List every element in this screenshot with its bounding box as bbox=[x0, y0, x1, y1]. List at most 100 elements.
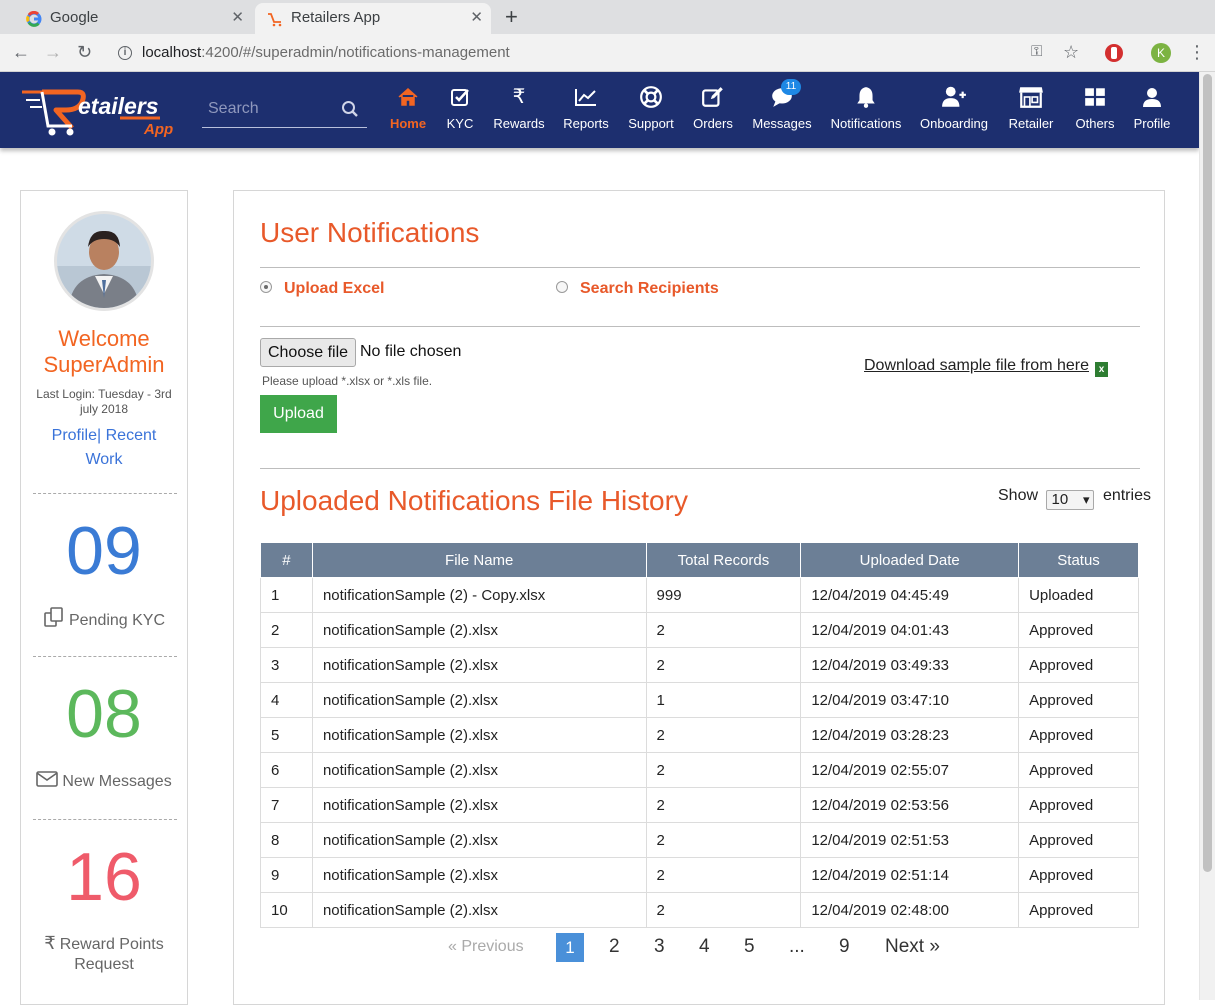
envelope-icon bbox=[36, 771, 59, 787]
page-button-5[interactable]: 5 bbox=[744, 933, 755, 961]
table-row[interactable]: 5 notificationSample (2).xlsx 2 12/04/2019 … bbox=[260, 717, 1139, 753]
total-records-cell: 2 bbox=[645, 752, 802, 788]
upload-button[interactable]: Upload bbox=[260, 395, 337, 433]
table-row[interactable]: 4 notificationSample (2).xlsx 1 12/04/2019 … bbox=[260, 682, 1139, 718]
forward-arrow-icon[interactable]: → bbox=[44, 42, 62, 62]
page-button-9[interactable]: 9 bbox=[839, 933, 850, 961]
row-index-cell: 5 bbox=[260, 717, 313, 753]
file-name-cell: notificationSample (2) - Copy.xlsx bbox=[311, 577, 647, 613]
pending-kyc-label[interactable]: Pending KYC bbox=[21, 607, 187, 631]
radio-search-recipients[interactable]: Search Recipients bbox=[556, 280, 719, 298]
browser-tab-retailers[interactable]: Retailers App ✕ bbox=[255, 3, 491, 34]
column-header-index[interactable]: # bbox=[260, 542, 313, 578]
check-square-icon bbox=[451, 89, 469, 106]
copy-icon bbox=[44, 607, 63, 627]
close-icon[interactable]: ✕ bbox=[470, 3, 483, 33]
uploaded-date-cell: 12/04/2019 02:53:56 bbox=[800, 787, 1020, 823]
nav-item-support[interactable]: Support bbox=[627, 84, 675, 140]
download-sample-link[interactable]: Download sample file from here x bbox=[864, 357, 1108, 377]
retailers-app-logo[interactable]: etailers App bbox=[20, 80, 180, 140]
column-header-uploaded-date[interactable]: Uploaded Date bbox=[800, 542, 1020, 578]
close-icon[interactable]: ✕ bbox=[231, 3, 244, 33]
table-row[interactable]: 2 notificationSample (2).xlsx 2 12/04/2019 … bbox=[260, 612, 1139, 648]
table-row[interactable]: 8 notificationSample (2).xlsx 2 12/04/2019 … bbox=[260, 822, 1139, 858]
file-hint-text: Please upload *.xlsx or *.xls file. bbox=[262, 374, 433, 388]
show-entries-control: Show 10 entries bbox=[998, 487, 1151, 510]
menu-dots-icon[interactable]: ⋮ bbox=[1188, 42, 1206, 62]
key-icon[interactable]: ⚿ bbox=[1031, 42, 1042, 62]
page-button-2[interactable]: 2 bbox=[609, 933, 620, 961]
row-index-cell: 4 bbox=[260, 682, 313, 718]
adblock-extension-icon[interactable] bbox=[1105, 44, 1123, 62]
file-name-cell: notificationSample (2).xlsx bbox=[311, 892, 647, 928]
radio-checked-icon[interactable] bbox=[260, 281, 272, 293]
next-page-button[interactable]: Next » bbox=[885, 933, 940, 961]
svg-text:App: App bbox=[143, 121, 173, 138]
radio-upload-excel[interactable]: Upload Excel bbox=[260, 280, 384, 298]
page-button-1[interactable]: 1 bbox=[556, 933, 584, 962]
uploaded-date-cell: 12/04/2019 04:01:43 bbox=[800, 612, 1020, 648]
file-name-cell: notificationSample (2).xlsx bbox=[311, 752, 647, 788]
nav-item-others[interactable]: Others bbox=[1073, 84, 1117, 140]
divider bbox=[33, 493, 177, 494]
status-cell: Approved bbox=[1018, 892, 1139, 928]
browser-tab-google[interactable]: Google ✕ bbox=[14, 3, 252, 34]
nav-item-onboarding[interactable]: Onboarding bbox=[919, 84, 989, 140]
table-row[interactable]: 9 notificationSample (2).xlsx 2 12/04/2019 … bbox=[260, 857, 1139, 893]
page-ellipsis: ... bbox=[789, 936, 805, 957]
total-records-cell: 2 bbox=[645, 612, 802, 648]
nav-item-home[interactable]: Home bbox=[387, 84, 429, 140]
nav-item-retailer[interactable]: Retailer bbox=[1007, 84, 1055, 140]
app-navbar: etailers App Home KYC ₹ Rewards Reports … bbox=[0, 72, 1199, 148]
avatar bbox=[54, 211, 154, 311]
nav-item-orders[interactable]: Orders bbox=[692, 84, 734, 140]
new-tab-icon[interactable]: + bbox=[505, 3, 518, 31]
browser-toolbar: ← → ↻ i localhost:4200/#/superadmin/noti… bbox=[0, 34, 1215, 72]
uploaded-date-cell: 12/04/2019 02:55:07 bbox=[800, 752, 1020, 788]
nav-item-notifications[interactable]: Notifications bbox=[829, 84, 903, 140]
table-row[interactable]: 3 notificationSample (2).xlsx 2 12/04/2019 … bbox=[260, 647, 1139, 683]
table-row[interactable]: 1 notificationSample (2) - Copy.xlsx 999 12… bbox=[260, 577, 1139, 613]
address-bar[interactable]: i localhost:4200/#/superadmin/notificati… bbox=[110, 38, 1110, 68]
choose-file-button[interactable]: Choose file bbox=[260, 338, 356, 367]
file-name-cell: notificationSample (2).xlsx bbox=[311, 612, 647, 648]
nav-item-rewards[interactable]: ₹ Rewards bbox=[492, 84, 546, 140]
reward-points-label[interactable]: ₹ Reward Points Request bbox=[21, 933, 187, 975]
page-size-select[interactable]: 10 bbox=[1046, 490, 1095, 510]
info-icon[interactable]: i bbox=[118, 46, 132, 60]
search-icon[interactable] bbox=[341, 100, 359, 118]
new-messages-label[interactable]: New Messages bbox=[21, 770, 187, 792]
profile-link[interactable]: Profile| bbox=[52, 427, 102, 444]
page-scrollbar[interactable] bbox=[1199, 72, 1215, 1000]
nav-item-reports[interactable]: Reports bbox=[562, 84, 610, 140]
table-row[interactable]: 7 notificationSample (2).xlsx 2 12/04/2019 … bbox=[260, 787, 1139, 823]
previous-page-button[interactable]: « Previous bbox=[448, 933, 524, 961]
table-header-row: # File Name Total Records Uploaded Date … bbox=[260, 542, 1139, 578]
scrollbar-thumb[interactable] bbox=[1203, 74, 1212, 872]
nav-item-kyc[interactable]: KYC bbox=[444, 84, 476, 140]
column-header-file-name[interactable]: File Name bbox=[311, 542, 647, 578]
uploaded-date-cell: 12/04/2019 04:45:49 bbox=[800, 577, 1020, 613]
excel-file-icon: x bbox=[1095, 362, 1108, 377]
nav-item-messages[interactable]: 11 Messages bbox=[751, 79, 813, 140]
divider bbox=[260, 468, 1140, 469]
uploaded-date-cell: 12/04/2019 03:49:33 bbox=[800, 647, 1020, 683]
column-header-status[interactable]: Status bbox=[1018, 542, 1139, 578]
column-header-total-records[interactable]: Total Records bbox=[645, 542, 802, 578]
search-input[interactable] bbox=[208, 96, 338, 122]
back-arrow-icon[interactable]: ← bbox=[12, 42, 30, 62]
new-messages-count: 08 bbox=[66, 676, 142, 752]
nav-item-profile[interactable]: Profile bbox=[1131, 84, 1173, 140]
radio-unchecked-icon[interactable] bbox=[556, 281, 568, 293]
url-path: :4200/#/superadmin/notifications-managem… bbox=[201, 44, 510, 61]
page-button-4[interactable]: 4 bbox=[699, 933, 710, 961]
table-row[interactable]: 10 notificationSample (2).xlsx 2 12/04/2019… bbox=[260, 892, 1139, 928]
page-button-3[interactable]: 3 bbox=[654, 933, 665, 961]
browser-profile-avatar[interactable]: K bbox=[1151, 43, 1171, 63]
table-row[interactable]: 6 notificationSample (2).xlsx 2 12/04/2019 … bbox=[260, 752, 1139, 788]
star-icon[interactable]: ☆ bbox=[1063, 42, 1079, 62]
reload-icon[interactable]: ↻ bbox=[77, 42, 92, 62]
row-index-cell: 6 bbox=[260, 752, 313, 788]
uploaded-date-cell: 12/04/2019 03:47:10 bbox=[800, 682, 1020, 718]
file-name-cell: notificationSample (2).xlsx bbox=[311, 822, 647, 858]
